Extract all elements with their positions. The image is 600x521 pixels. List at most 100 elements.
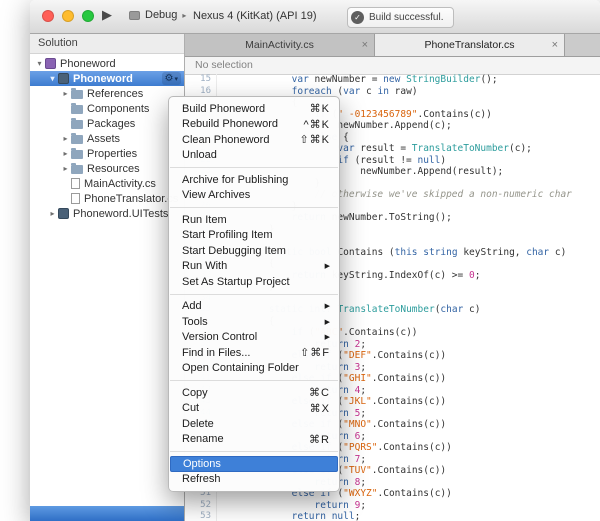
menu-item-label: Start Debugging Item <box>182 245 330 257</box>
menu-separator <box>170 451 338 452</box>
disclosure-open-icon[interactable]: ▾ <box>47 74 58 83</box>
chevron-right-icon: ▸ <box>182 11 186 20</box>
tree-item-components[interactable]: Components <box>30 101 184 116</box>
menu-item-rename[interactable]: Rename⌘R <box>169 432 339 448</box>
submenu-arrow-icon: ▶ <box>325 262 330 270</box>
build-status: ✓ Build successful. <box>347 7 454 28</box>
tree-item-label: Assets <box>87 133 120 145</box>
menu-item-shortcut: ⌘C <box>309 386 330 399</box>
menu-item-start-debugging-item[interactable]: Start Debugging Item <box>169 243 339 259</box>
menu-item-label: Run With <box>182 260 315 272</box>
tree-item-properties[interactable]: ▸ Properties <box>30 146 184 161</box>
line-number: 52 <box>185 500 217 512</box>
tree-item-mainactivity-cs[interactable]: MainActivity.cs <box>30 176 184 191</box>
run-button[interactable]: ▶ <box>102 7 112 23</box>
gear-icon: ⚙ <box>165 73 174 84</box>
menu-item-label: Archive for Publishing <box>182 174 330 186</box>
tab-mainactivity-cs[interactable]: MainActivity.cs× <box>185 34 375 56</box>
tree-item-phoneword[interactable]: ▾ Phoneword <box>30 56 184 71</box>
disclosure-closed-icon[interactable]: ▸ <box>60 89 71 98</box>
menu-item-view-archives[interactable]: View Archives <box>169 188 339 204</box>
solution-tree: ▾Phoneword▾Phoneword⚙▾▸ReferencesCompone… <box>30 54 184 506</box>
menu-item-set-as-startup-project[interactable]: Set As Startup Project <box>169 274 339 290</box>
folder-icon <box>71 90 83 99</box>
menu-item-rebuild-phoneword[interactable]: Rebuild Phoneword^⌘K <box>169 117 339 133</box>
minimize-window-button[interactable] <box>62 10 74 22</box>
disclosure-closed-icon[interactable]: ▸ <box>60 134 71 143</box>
close-window-button[interactable] <box>42 10 54 22</box>
menu-item-cut[interactable]: Cut⌘X <box>169 401 339 417</box>
menu-item-shortcut: ⇧⌘K <box>299 133 330 146</box>
menu-item-clean-phoneword[interactable]: Clean Phoneword ⇧⌘K <box>169 132 339 148</box>
tab-close-icon[interactable]: × <box>362 40 368 51</box>
tab-label: PhoneTranslator.cs <box>424 39 514 51</box>
dropdown-arrow-icon: ▾ <box>174 75 178 83</box>
folder-icon <box>71 150 83 159</box>
disclosure-closed-icon[interactable]: ▸ <box>47 209 58 218</box>
menu-item-label: Clean Phoneword <box>182 134 289 146</box>
folder-icon <box>71 135 83 144</box>
menu-item-label: Rename <box>182 433 299 445</box>
disclosure-closed-icon[interactable]: ▸ <box>60 164 71 173</box>
tab-bar: MainActivity.cs× PhoneTranslator.cs × <box>185 34 600 57</box>
configuration-icon <box>129 11 140 20</box>
breadcrumb-label: No selection <box>195 59 253 71</box>
menu-item-build-phoneword[interactable]: Build Phoneword⌘K <box>169 101 339 117</box>
tree-item-label: Phoneword <box>60 58 116 70</box>
tree-item-references[interactable]: ▸References <box>30 86 184 101</box>
tree-item-label: Resources <box>87 163 140 175</box>
menu-item-options[interactable]: Options <box>170 456 338 472</box>
disclosure-open-icon[interactable]: ▾ <box>34 59 45 68</box>
menu-item-label: Run Item <box>182 214 330 226</box>
menu-item-archive-for-publishing[interactable]: Archive for Publishing <box>169 172 339 188</box>
menu-item-tools[interactable]: Tools▶ <box>169 314 339 330</box>
build-status-label: Build successful. <box>369 12 443 23</box>
menu-separator <box>170 207 338 208</box>
tree-item-packages[interactable]: Packages <box>30 116 184 131</box>
tree-item-phonetranslator-cs[interactable]: PhoneTranslator.cs <box>30 191 184 206</box>
zoom-window-button[interactable] <box>82 10 94 22</box>
menu-item-run-item[interactable]: Run Item <box>169 212 339 228</box>
tree-item-label: Phoneword <box>73 73 133 85</box>
disclosure-closed-icon[interactable]: ▸ <box>60 149 71 158</box>
solution-pad: Solution ▾Phoneword▾Phoneword⚙▾▸Referenc… <box>30 34 185 521</box>
code-line: 52 return 9; <box>185 500 600 512</box>
configuration-label: Debug <box>145 9 177 21</box>
menu-item-refresh[interactable]: Refresh <box>169 472 339 488</box>
project-icon <box>58 73 69 84</box>
menu-item-label: Version Control <box>182 331 315 343</box>
tree-item-phoneword[interactable]: ▾Phoneword⚙▾ <box>30 71 184 86</box>
line-number: 53 <box>185 511 217 521</box>
configuration-selector[interactable]: Debug ▸ <box>129 9 186 21</box>
tab-phonetranslator-cs[interactable]: PhoneTranslator.cs × <box>375 34 565 56</box>
menu-item-version-control[interactable]: Version Control▶ <box>169 330 339 346</box>
line-number: 15 <box>185 74 217 86</box>
menu-item-add[interactable]: Add▶ <box>169 299 339 315</box>
menu-item-run-with[interactable]: Run With ▶ <box>169 259 339 275</box>
code-line: 53 return null; <box>185 511 600 521</box>
tree-item-phoneword-uitests[interactable]: ▸Phoneword.UITests <box>30 206 184 221</box>
tree-item-resources[interactable]: ▸ Resources <box>30 161 184 176</box>
sidebar-bottom-bar <box>30 506 184 521</box>
menu-item-delete[interactable]: Delete <box>169 416 339 432</box>
code-text: return 9; <box>223 500 366 512</box>
solution-icon <box>45 58 56 69</box>
menu-item-unload[interactable]: Unload <box>169 148 339 164</box>
check-icon: ✓ <box>351 11 364 24</box>
menu-item-start-profiling-item[interactable]: Start Profiling Item <box>169 228 339 244</box>
gear-menu-button[interactable]: ⚙▾ <box>162 72 181 85</box>
device-selector[interactable]: Nexus 4 (KitKat) (API 19) <box>193 10 317 22</box>
tree-item-label: Properties <box>87 148 137 160</box>
app-window: ▶ Debug ▸ Nexus 4 (KitKat) (API 19) ✓ Bu… <box>30 0 600 521</box>
titlebar: ▶ Debug ▸ Nexus 4 (KitKat) (API 19) ✓ Bu… <box>30 0 600 34</box>
menu-item-label: Copy <box>182 387 299 399</box>
menu-item-label: View Archives <box>182 189 330 201</box>
menu-item-open-containing-folder[interactable]: Open Containing Folder <box>169 361 339 377</box>
menu-item-copy[interactable]: Copy ⌘C <box>169 385 339 401</box>
tab-close-icon[interactable]: × <box>552 40 558 51</box>
menu-item-find-in-files[interactable]: Find in Files...⇧⌘F <box>169 345 339 361</box>
tree-item-label: Packages <box>87 118 135 130</box>
breadcrumb[interactable]: No selection <box>185 57 600 75</box>
menu-item-label: Delete <box>182 418 330 430</box>
tree-item-assets[interactable]: ▸ Assets <box>30 131 184 146</box>
